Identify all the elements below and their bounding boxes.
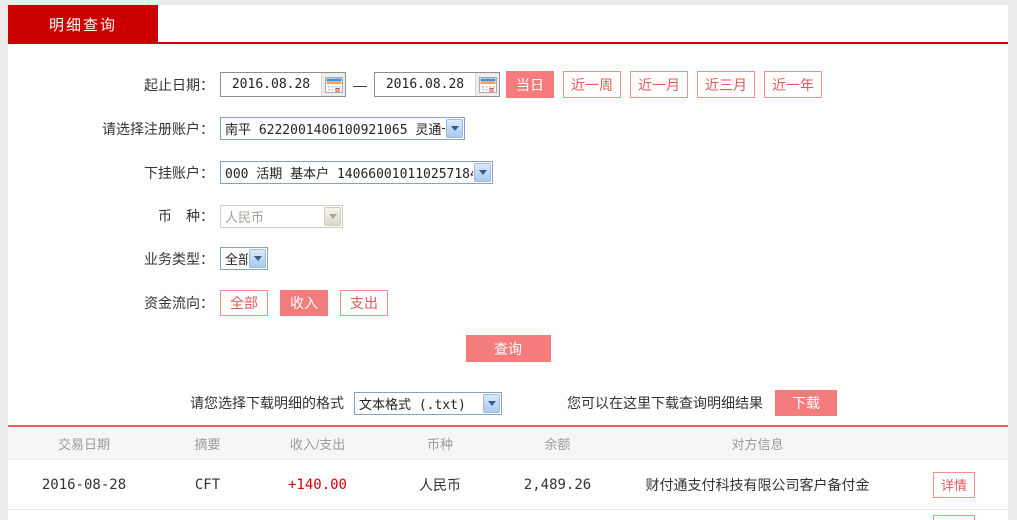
register-account-label: 请选择注册账户： [102, 120, 214, 137]
sub-account-label: 下挂账户： [144, 164, 214, 181]
chevron-down-icon [324, 206, 341, 226]
header-summary: 摘要 [194, 436, 221, 452]
quick-range-month-button[interactable]: 近一月 [630, 71, 688, 98]
detail-button[interactable]: 详情 [933, 471, 975, 498]
download-format-value: 文本格式 (.txt) [359, 397, 466, 413]
quick-range-week-button[interactable]: 近一周 [563, 71, 621, 98]
flow-expense-button[interactable]: 支出 [340, 289, 388, 316]
table-row: 2016-08-28 CFT +140.00 人民币 2,489.26 财付通支… [8, 460, 1008, 510]
sub-account-select[interactable]: 000 活期 基本户 1406600101102571848 [220, 161, 493, 184]
biz-type-label: 业务类型： [144, 250, 214, 267]
cell-counterparty: 财付通支付科技有限公司客户备付金 [645, 476, 870, 493]
quick-range-year-button[interactable]: 近一年 [764, 71, 822, 98]
content-panel: 明细查询 起止日期： 2016.08.28 — 2016.08.28 当日 近一… [8, 5, 1008, 520]
download-format-label: 请您选择下载明细的格式 [190, 395, 344, 411]
date-range-separator: — [353, 76, 367, 93]
end-date-input[interactable]: 2016.08.28 [374, 72, 500, 97]
header-income-expense: 收入/支出 [289, 436, 346, 452]
cell-balance: 2,489.26 [523, 476, 592, 493]
end-date-value: 2016.08.28 [385, 77, 465, 92]
start-date-input[interactable]: 2016.08.28 [220, 72, 346, 97]
cell-summary: CFT [194, 476, 221, 493]
chevron-down-icon [249, 249, 266, 268]
cell-trade-date: 2016-08-28 [41, 476, 127, 493]
register-account-value: 南平 6222001406100921065 灵通卡 [225, 123, 445, 138]
biz-type-value: 全部 [225, 253, 248, 268]
download-hint: 您可以在这里下载查询明细结果 [567, 395, 763, 411]
chevron-down-icon [483, 393, 500, 413]
chevron-down-icon [474, 163, 491, 182]
table-header: 交易日期 摘要 收入/支出 币种 余额 对方信息 [8, 427, 1008, 460]
header-trade-date: 交易日期 [57, 436, 110, 452]
header-counterparty: 对方信息 [731, 436, 784, 452]
currency-value: 人民币 [225, 210, 265, 226]
table-row: 详情 [8, 510, 1008, 520]
quick-range-quarter-button[interactable]: 近三月 [697, 71, 755, 98]
currency-select: 人民币 [220, 204, 343, 228]
register-account-select[interactable]: 南平 6222001406100921065 灵通卡 [220, 117, 465, 140]
calendar-icon[interactable] [321, 73, 345, 96]
start-date-value: 2016.08.28 [231, 77, 311, 92]
download-button[interactable]: 下载 [775, 390, 837, 416]
flow-income-button[interactable]: 收入 [280, 289, 328, 316]
flow-label: 资金流向： [144, 294, 214, 311]
currency-label: 币 种： [158, 208, 214, 224]
header-currency: 币种 [426, 436, 453, 452]
detail-button[interactable]: 详情 [933, 515, 975, 520]
sub-account-value: 000 活期 基本户 1406600101102571848 [225, 167, 473, 182]
date-range-label: 起止日期： [144, 76, 214, 93]
query-form: 起止日期： 2016.08.28 — 2016.08.28 当日 近一周 近一月… [8, 44, 1008, 416]
cell-currency: 人民币 [419, 476, 461, 493]
calendar-icon[interactable] [475, 73, 499, 96]
chevron-down-icon [446, 119, 463, 138]
download-format-select[interactable]: 文本格式 (.txt) [354, 391, 502, 415]
header-balance: 余额 [544, 436, 571, 452]
tab-bar: 明细查询 [8, 5, 1008, 44]
quick-range-today-button[interactable]: 当日 [506, 71, 554, 98]
tab-detail-query[interactable]: 明细查询 [8, 5, 158, 44]
cell-amount: +140.00 [287, 476, 347, 493]
query-button[interactable]: 查询 [465, 335, 551, 362]
biz-type-select[interactable]: 全部 [220, 247, 268, 270]
flow-all-button[interactable]: 全部 [220, 289, 268, 316]
